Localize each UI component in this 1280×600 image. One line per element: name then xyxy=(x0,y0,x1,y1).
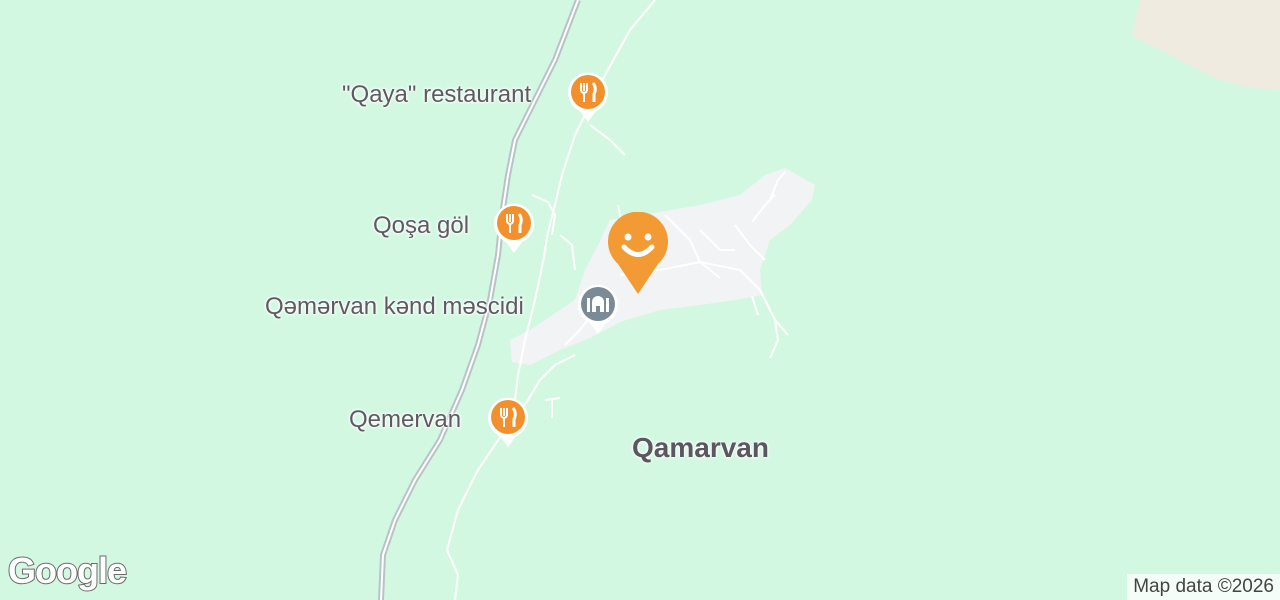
poi-pin-qosa-gol[interactable] xyxy=(492,201,536,255)
google-logo: Google xyxy=(7,549,128,592)
poi-label-qosa-gol[interactable]: Qoşa göl xyxy=(373,212,469,240)
poi-pin-qaya-restaurant[interactable] xyxy=(566,70,610,124)
restaurant-icon xyxy=(494,203,534,253)
location-marker[interactable] xyxy=(606,211,670,296)
map-attribution[interactable]: Map data ©2026 xyxy=(1127,574,1280,600)
poi-label-qaya-restaurant[interactable]: "Qaya" restaurant xyxy=(342,81,531,109)
map-canvas[interactable] xyxy=(0,0,1280,600)
poi-label-qemervan-kend-mescidi[interactable]: Qəmərvan kənd məscidi xyxy=(265,293,524,321)
restaurant-icon xyxy=(488,397,528,447)
poi-label-qemervan[interactable]: Qemervan xyxy=(349,406,461,434)
place-label-qamarvan: Qamarvan xyxy=(632,432,769,463)
smile-marker-icon xyxy=(608,211,668,294)
restaurant-icon xyxy=(568,72,608,122)
poi-pin-qemervan[interactable] xyxy=(486,395,530,449)
terrain-area xyxy=(1132,0,1280,90)
